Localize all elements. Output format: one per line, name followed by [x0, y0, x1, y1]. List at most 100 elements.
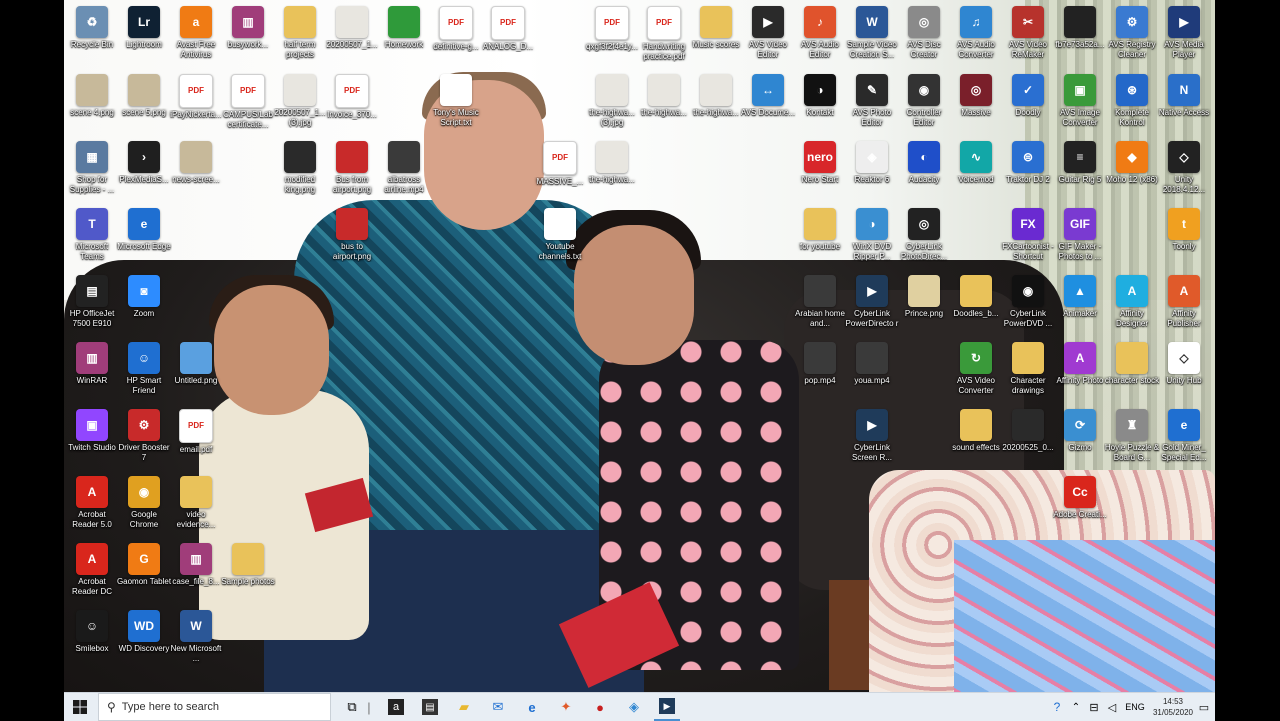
desktop-icon[interactable]: ♻ Recycle Bin	[64, 6, 120, 50]
desktop-icon[interactable]: ▥ case_file_8...	[168, 543, 224, 587]
desktop-icon[interactable]: ▶ CyberLink Screen R...	[844, 409, 900, 463]
start-button[interactable]	[64, 693, 96, 721]
desktop-icon[interactable]: ⟳ Gizmo	[1052, 409, 1108, 453]
desktop-icon[interactable]: scene 5.png	[116, 74, 172, 118]
desktop-icon[interactable]: N Native Access	[1156, 74, 1212, 118]
desktop-icon[interactable]: ▦ Shop for Supplies - ...	[64, 141, 120, 195]
desktop-icon[interactable]: ◉ Controller Editor	[896, 74, 952, 128]
desktop-icon[interactable]: ♫ AVS Audio Converter	[948, 6, 1004, 60]
desktop-icon[interactable]: PDF email.pdf	[168, 409, 224, 455]
desktop-icon[interactable]: G Gaomon Tablet	[116, 543, 172, 587]
desktop-icon[interactable]: ☺ Smilebox	[64, 610, 120, 654]
desktop-icon[interactable]: ⚙ Driver Booster 7	[116, 409, 172, 463]
desktop-icon[interactable]: PDF MASSIVE_...	[532, 141, 588, 187]
recorder-icon[interactable]: ●	[588, 693, 612, 721]
desktop-icon[interactable]: youa.mp4	[844, 342, 900, 386]
desktop-icon[interactable]: FX FXCartoonist - Shortcut	[1000, 208, 1056, 262]
desktop-icon[interactable]: Music scores	[688, 6, 744, 50]
desktop-icon[interactable]: ◎ CyberLink PhotoDirec...	[896, 208, 952, 262]
desktop-icon[interactable]: A Acrobat Reader DC	[64, 543, 120, 597]
desktop-icon[interactable]: A Affinity Photo	[1052, 342, 1108, 386]
desktop-icon[interactable]: ▶ AVS Media Player	[1156, 6, 1212, 60]
desktop-icon[interactable]: PDF qxgf3f2f4e1y...	[584, 6, 640, 52]
desktop-icon[interactable]: Sample photos	[220, 543, 276, 587]
language-indicator[interactable]: ENG	[1122, 693, 1148, 721]
cyberlink-taskbar-icon[interactable]: ▶	[654, 693, 680, 721]
desktop-icon[interactable]: ◙ Zoom	[116, 275, 172, 319]
mail-icon[interactable]: ✉	[486, 693, 510, 721]
desktop-icon[interactable]: ◈ Reaktor 6	[844, 141, 900, 185]
desktop-icon[interactable]: ◉ Google Chrome	[116, 476, 172, 530]
desktop-icon[interactable]: Bus from airport.png	[324, 141, 380, 195]
desktop-icon[interactable]: ♜ Hoyle Puzzle & Board G...	[1104, 409, 1160, 463]
desktop-icon[interactable]: PDF Handwriting practice.pdf	[636, 6, 692, 62]
desktop-icon[interactable]: Youtube channels.txt	[532, 208, 588, 262]
volume-icon[interactable]: ◁	[1104, 693, 1120, 721]
desktop-icon[interactable]: ◇ Unity 2018.4.12...	[1156, 141, 1212, 195]
desktop-icon[interactable]: ↻ AVS Video Converter	[948, 342, 1004, 396]
desktop-icon[interactable]: Untitled.png	[168, 342, 224, 386]
task-view-icon[interactable]: ⧉	[340, 693, 364, 721]
clock[interactable]: 14:53 31/05/2020	[1153, 696, 1193, 718]
desktop-icon[interactable]: ◆ Moho 12 (x86)	[1104, 141, 1160, 185]
desktop-icon[interactable]: sound effects	[948, 409, 1004, 453]
desktop-icon[interactable]: W New Microsoft ...	[168, 610, 224, 664]
desktop-icon[interactable]: PDF definitive-g...	[428, 6, 484, 52]
desktop-icon[interactable]: albatross airline.mp4	[376, 141, 432, 195]
desktop-icon[interactable]: ◉ CyberLink PowerDVD ...	[1000, 275, 1056, 329]
desktop-icon[interactable]: A Acrobat Reader 5.0	[64, 476, 120, 530]
desktop-icon[interactable]: ◇ Unity Hub	[1156, 342, 1212, 386]
desktop-icon[interactable]: Arabian home and...	[792, 275, 848, 329]
desktop-icon[interactable]: ▤ HP OfficeJet 7500 E910	[64, 275, 120, 329]
desktop-icon[interactable]: pop.mp4	[792, 342, 848, 386]
edge-icon[interactable]: e	[520, 693, 544, 721]
desktop-icon[interactable]: fb7e73a52a...	[1052, 6, 1108, 50]
desktop-icon[interactable]: T Microsoft Teams	[64, 208, 120, 262]
desktop-icon[interactable]: a Avast Free Antivirus	[168, 6, 224, 60]
desktop-icon[interactable]: ☺ HP Smart Friend	[116, 342, 172, 396]
desktop-icon[interactable]: the-highwa... (3).jpg	[584, 74, 640, 128]
desktop-icon[interactable]: PDF Invoice_370...	[324, 74, 380, 120]
desktop-icon[interactable]: the-highwa...	[636, 74, 692, 118]
desktop-icon[interactable]: Cc Adobe Creati...	[1052, 476, 1108, 520]
desktop-icon[interactable]: ⊛ Komplete Kontrol	[1104, 74, 1160, 128]
desktop-icon[interactable]: 20200525_0...	[1000, 409, 1056, 453]
desktop-icon[interactable]: e Gold Miner_ Special Ed...	[1156, 409, 1212, 463]
desktop-icon[interactable]: ◎ AVS Disc Creator	[896, 6, 952, 60]
desktop-icon[interactable]: ↔ AVS Docume...	[740, 74, 796, 118]
desktop-icon[interactable]: ▣ Twitch Studio	[64, 409, 120, 453]
desktop-icon[interactable]: ∿ Voicemod	[948, 141, 1004, 185]
desktop-icon[interactable]: GIF GIF Maker - Photos to ...	[1052, 208, 1108, 262]
amazon-icon[interactable]: a	[384, 693, 408, 721]
help-icon[interactable]: ?	[1049, 693, 1065, 721]
desktop-icon[interactable]: W Sample Video Creation S...	[844, 6, 900, 60]
desktop-icon[interactable]: ▥ busywork...	[220, 6, 276, 50]
desktop-icon[interactable]: character stock	[1104, 342, 1160, 386]
desktop-icon[interactable]: half term projects	[272, 6, 328, 60]
desktop-icon[interactable]: t Toonly	[1156, 208, 1212, 252]
desktop-icon[interactable]: ◐ Audacity	[896, 141, 952, 185]
desktop-icon[interactable]: nero Nero Start	[792, 141, 848, 185]
desktop-icon[interactable]: Character drawings	[1000, 342, 1056, 396]
desktop-icon[interactable]: ▶ AVS Video Editor	[740, 6, 796, 60]
desktop-icon[interactable]: ◑ Kontakt	[792, 74, 848, 118]
desktop-icon[interactable]: ◑ WinX DVD Ripper P...	[844, 208, 900, 262]
desktop-icon[interactable]: ⊜ Traktor DJ 2	[1000, 141, 1056, 185]
desktop-icon[interactable]: modified king.png	[272, 141, 328, 195]
desktop-icon[interactable]: ≡ Guitar Rig 5	[1052, 141, 1108, 185]
desktop-icon[interactable]: A Affinity Publisher	[1156, 275, 1212, 329]
desktop-icon[interactable]: ▲ Animaker	[1052, 275, 1108, 319]
desktop-icon[interactable]: ✎ AVS Photo Editor	[844, 74, 900, 128]
desktop-icon[interactable]: ✓ Doodly	[1000, 74, 1056, 118]
desktop-icon[interactable]: ⚙ AVS Registry Cleaner	[1104, 6, 1160, 60]
taskbar-search-box[interactable]: ⚲ Type here to search	[98, 693, 331, 721]
desktop-icon[interactable]: PDF ANALOG_D...	[480, 6, 536, 52]
desktop-icon[interactable]: bus to airport.png	[324, 208, 380, 262]
desktop-icon[interactable]: Doodles_b...	[948, 275, 1004, 319]
desktop-icon[interactable]: PDF CAMPUS/Lab certificate...	[220, 74, 276, 130]
avs-icon[interactable]: ✦	[554, 693, 578, 721]
desktop-icon[interactable]: the-highwa...	[584, 141, 640, 185]
desktop-icon[interactable]: ▶ CyberLink PowerDirecto r 18	[844, 275, 900, 329]
desktop-icon[interactable]: Tony's Music Script.txt	[428, 74, 484, 128]
desktop-icon[interactable]: news-scree...	[168, 141, 224, 185]
